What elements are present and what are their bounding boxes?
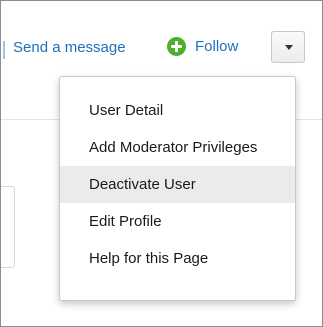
caret-down-icon bbox=[285, 45, 293, 50]
menu-item-add-moderator-privileges[interactable]: Add Moderator Privileges bbox=[60, 129, 295, 166]
menu-item-user-detail[interactable]: User Detail bbox=[60, 92, 295, 129]
menu-item-help-for-this-page[interactable]: Help for this Page bbox=[60, 240, 295, 277]
more-actions-menu: User Detail Add Moderator Privileges Dea… bbox=[59, 76, 296, 301]
send-message-link[interactable]: Send a message bbox=[13, 39, 126, 56]
toolbar-divider bbox=[3, 41, 5, 59]
menu-item-deactivate-user[interactable]: Deactivate User bbox=[60, 166, 295, 203]
more-actions-dropdown-button[interactable] bbox=[271, 31, 305, 63]
follow-label: Follow bbox=[195, 38, 239, 55]
menu-item-edit-profile[interactable]: Edit Profile bbox=[60, 203, 295, 240]
plus-circle-icon bbox=[167, 37, 186, 56]
background-panel-edge bbox=[1, 186, 15, 268]
profile-actions-toolbar: Send a message Follow bbox=[1, 1, 322, 81]
user-profile-panel: Send a message Follow User Detail Add Mo… bbox=[0, 0, 323, 327]
follow-button[interactable]: Follow bbox=[167, 37, 238, 56]
